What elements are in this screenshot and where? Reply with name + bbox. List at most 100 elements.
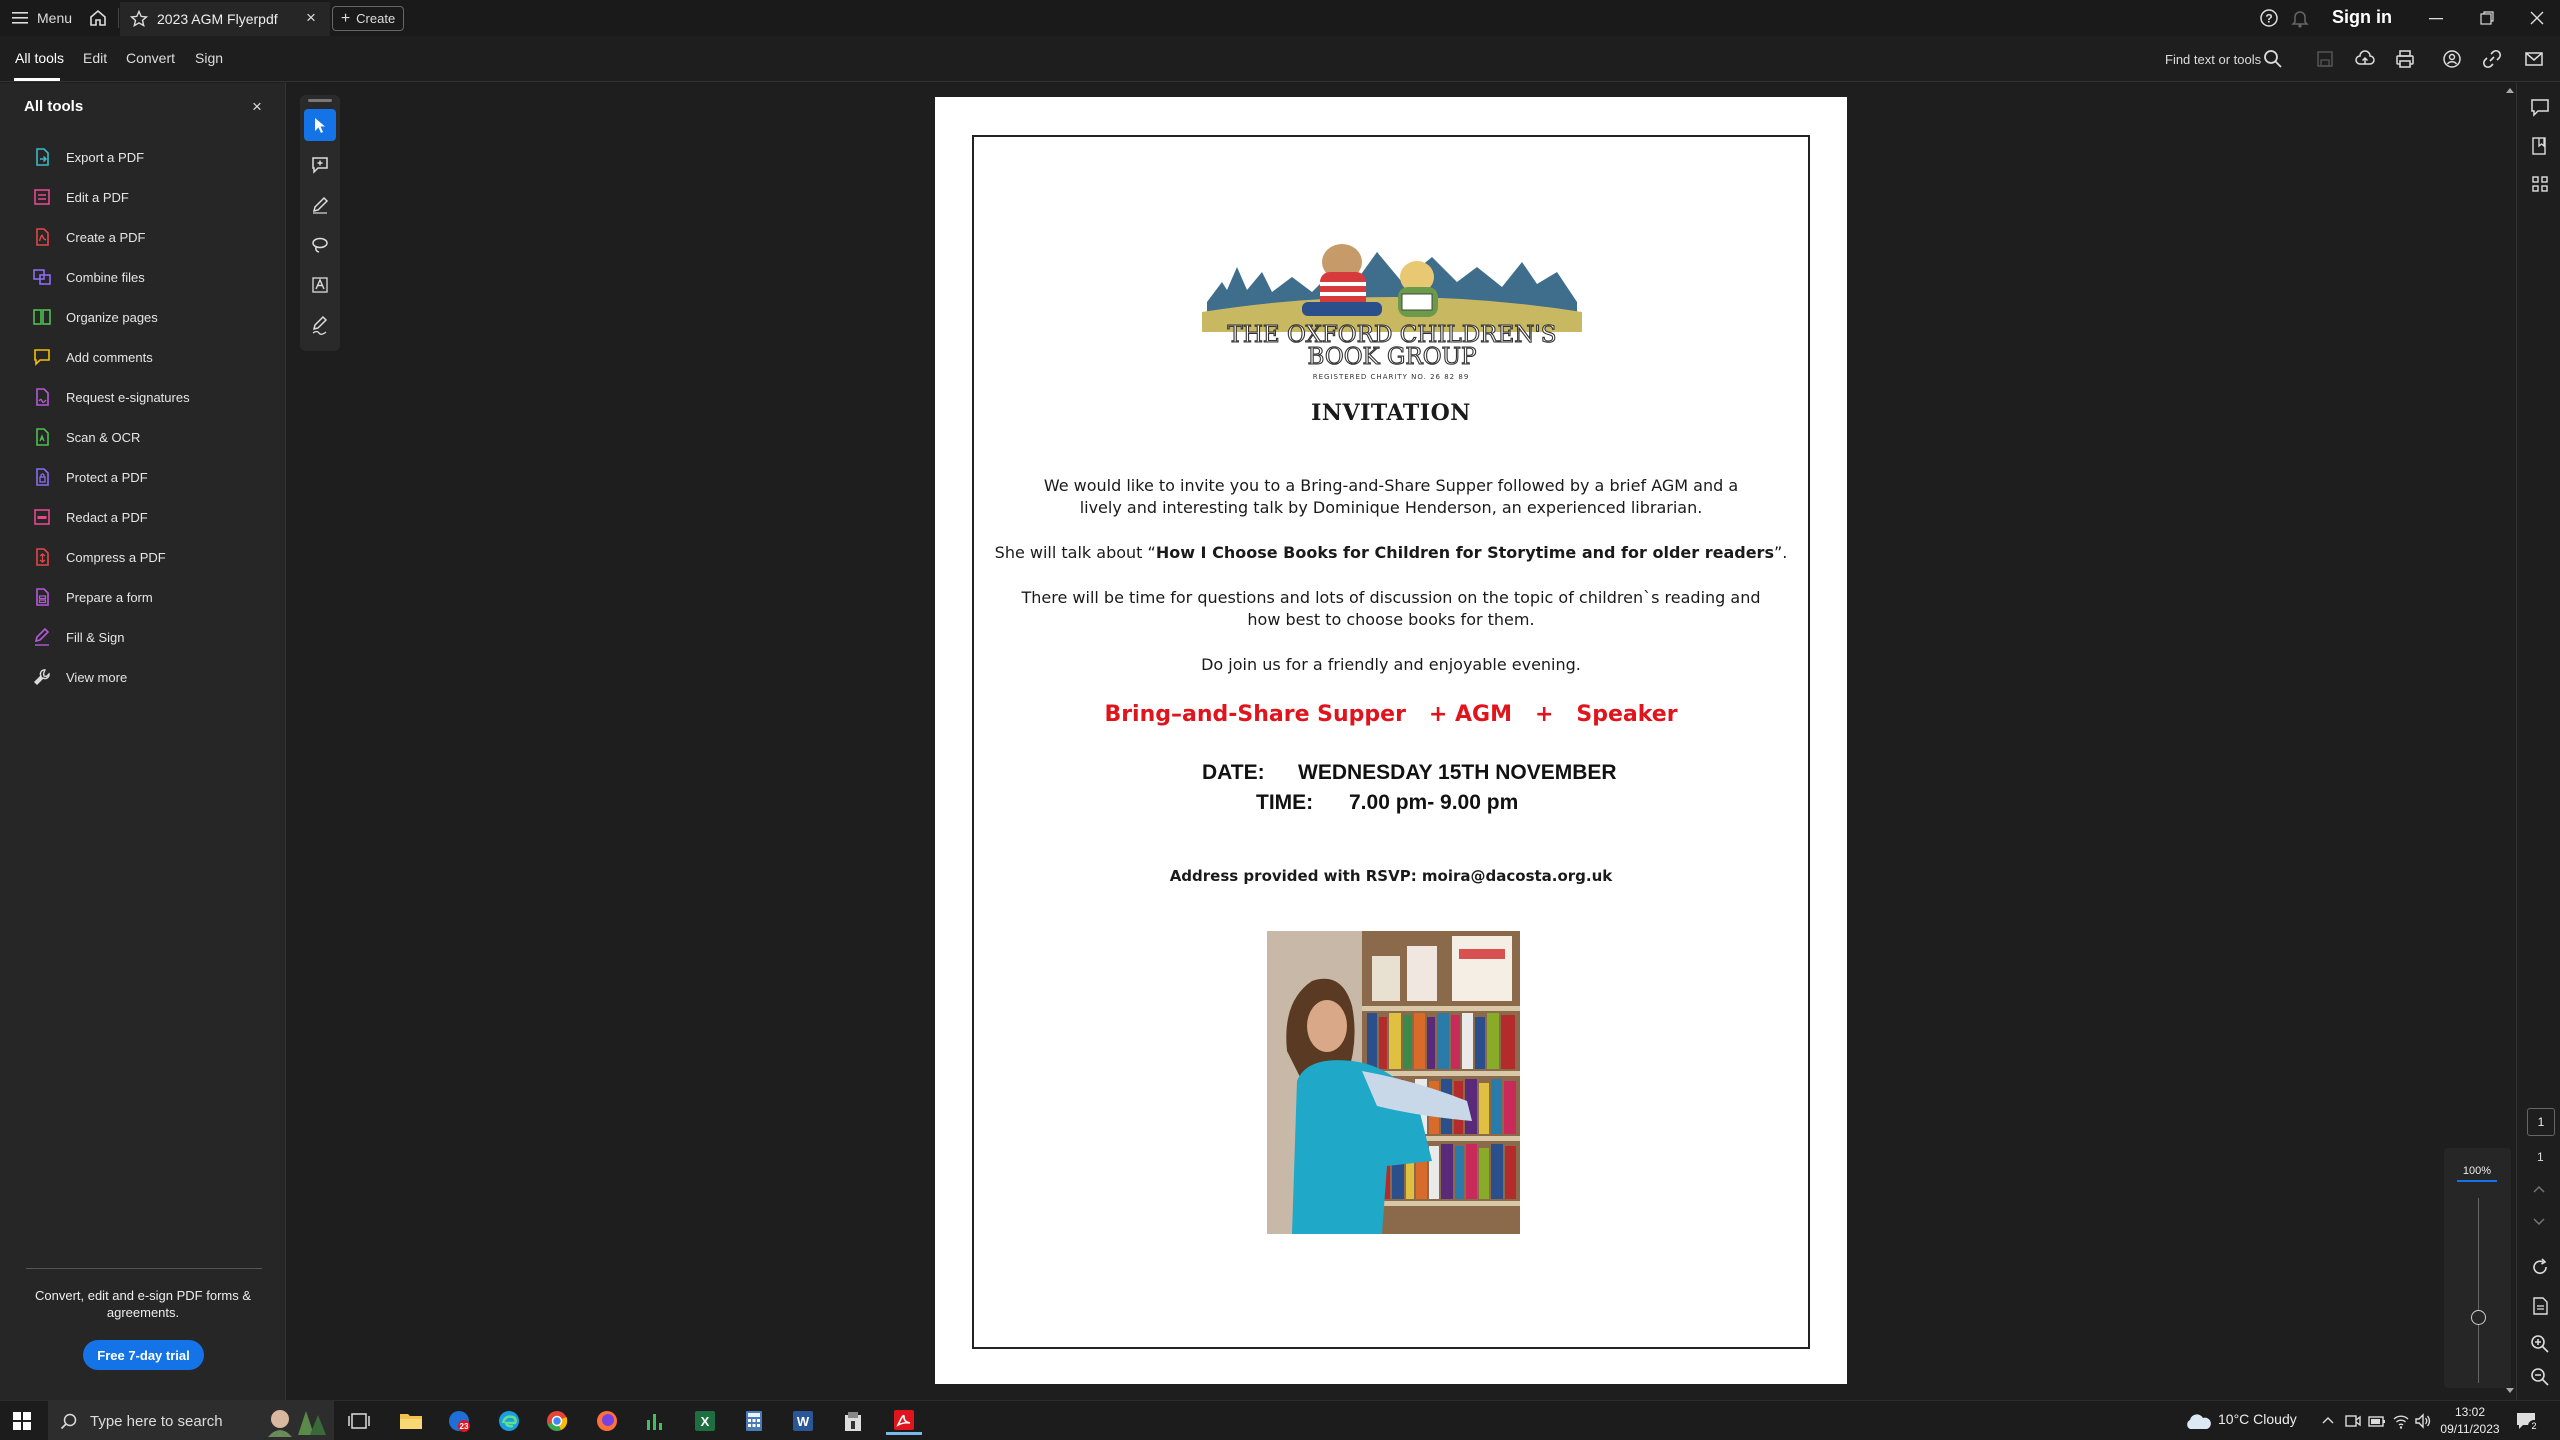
tool-item-redact-a-pdf[interactable]: Redact a PDF xyxy=(32,497,148,537)
compress-pdf-icon xyxy=(36,548,49,566)
notifications-button[interactable]: 2 xyxy=(2515,1411,2541,1433)
page-total: 1 xyxy=(2537,1150,2544,1164)
highlight-tool-button[interactable] xyxy=(304,189,336,221)
menu-all-tools[interactable]: All tools xyxy=(15,50,64,66)
menu-edit[interactable]: Edit xyxy=(83,50,107,66)
divider xyxy=(118,8,119,28)
wifi-icon[interactable] xyxy=(2392,1412,2410,1430)
text-box-icon xyxy=(312,277,328,293)
tool-item-add-comments[interactable]: Add comments xyxy=(32,337,153,377)
sign-in-button[interactable]: Sign in xyxy=(2332,7,2392,28)
taskbar-acrobat[interactable] xyxy=(886,1407,922,1435)
meet-now-icon[interactable] xyxy=(2344,1412,2362,1430)
zoom-in-icon[interactable] xyxy=(2529,1333,2551,1355)
tool-item-organize-pages[interactable]: Organize pages xyxy=(32,297,158,337)
tool-item-protect-a-pdf[interactable]: Protect a PDF xyxy=(32,457,148,497)
windows-start-icon[interactable] xyxy=(12,1411,32,1431)
select-tool-button[interactable] xyxy=(304,109,336,141)
next-page-icon[interactable] xyxy=(2533,1218,2545,1226)
tool-item-request-e-signatures[interactable]: Request e-signatures xyxy=(32,377,190,417)
panel-close-button[interactable]: × xyxy=(252,97,262,117)
link-icon[interactable] xyxy=(2481,48,2503,70)
weather-text[interactable]: 10°C Cloudy xyxy=(2218,1411,2297,1427)
scroll-down-icon[interactable] xyxy=(2506,1388,2514,1394)
close-window-button[interactable] xyxy=(2514,0,2560,36)
tool-item-prepare-a-form[interactable]: Prepare a form xyxy=(32,577,153,617)
restore-button[interactable] xyxy=(2464,0,2510,36)
current-page-input[interactable]: 1 xyxy=(2527,1108,2555,1136)
tool-item-label: Compress a PDF xyxy=(66,549,166,565)
tool-item-label: Prepare a form xyxy=(66,589,153,605)
mail-icon[interactable] xyxy=(2523,48,2545,70)
prepare-form-icon xyxy=(36,588,49,606)
tool-item-view-more[interactable]: View more xyxy=(32,657,127,697)
create-button[interactable]: + Create xyxy=(332,6,404,31)
svg-text:X: X xyxy=(701,1414,710,1429)
create-pdf-icon xyxy=(36,228,49,246)
tool-item-combine-files[interactable]: Combine files xyxy=(32,257,145,297)
taskbar-firefox[interactable] xyxy=(592,1407,622,1435)
taskbar-file-explorer[interactable] xyxy=(396,1407,426,1435)
edit-pdf-icon xyxy=(34,189,50,205)
find-text-or-tools[interactable]: Find text or tools xyxy=(2165,52,2261,67)
mail-app-icon: 23 xyxy=(449,1411,470,1432)
tool-item-edit-a-pdf[interactable]: Edit a PDF xyxy=(32,177,129,217)
volume-icon[interactable] xyxy=(2414,1412,2432,1430)
zoom-slider-handle[interactable] xyxy=(2471,1310,2486,1325)
request-esignatures-icon xyxy=(36,388,49,406)
taskbar-outlook[interactable]: 23 xyxy=(444,1407,474,1435)
talk-title: How I Choose Books for Children for Stor… xyxy=(1155,543,1774,562)
menu-button[interactable]: Menu xyxy=(12,0,72,36)
share-users-icon[interactable] xyxy=(2441,48,2463,70)
tab-close-button[interactable]: × xyxy=(302,9,320,27)
draw-tool-button[interactable] xyxy=(304,229,336,261)
pen-icon xyxy=(312,196,329,214)
taskbar-edge[interactable] xyxy=(494,1407,524,1435)
taskbar-charts-app[interactable] xyxy=(640,1407,670,1435)
bookmark-icon[interactable] xyxy=(2529,135,2551,157)
tool-item-fill-sign[interactable]: Fill & Sign xyxy=(32,617,125,657)
comment-tool-button[interactable] xyxy=(304,149,336,181)
text-tool-button[interactable] xyxy=(304,269,336,301)
document-tab[interactable]: 2023 AGM Flyerpdf xyxy=(120,2,330,36)
task-view-icon[interactable] xyxy=(348,1411,370,1431)
tool-item-create-a-pdf[interactable]: Create a PDF xyxy=(32,217,145,257)
drag-handle[interactable] xyxy=(308,99,332,102)
system-clock[interactable]: 13:02 09/11/2023 xyxy=(2434,1404,2506,1438)
star-icon[interactable] xyxy=(130,10,148,28)
thumbnails-grid-icon[interactable] xyxy=(2529,173,2551,195)
scroll-up-icon[interactable] xyxy=(2506,87,2514,93)
taskbar-calculator[interactable] xyxy=(739,1407,769,1435)
menu-convert[interactable]: Convert xyxy=(126,50,175,66)
zoom-out-icon[interactable] xyxy=(2529,1366,2551,1388)
home-icon[interactable] xyxy=(88,8,108,28)
save-icon[interactable] xyxy=(2314,48,2336,70)
search-icon[interactable] xyxy=(2262,48,2284,70)
taskbar-excel[interactable]: X xyxy=(690,1407,720,1435)
show-hidden-icons-icon[interactable] xyxy=(2322,1416,2334,1424)
taskbar-chrome[interactable] xyxy=(542,1407,572,1435)
free-trial-button[interactable]: Free 7-day trial xyxy=(83,1340,204,1370)
tool-item-compress-a-pdf[interactable]: Compress a PDF xyxy=(32,537,166,577)
page-fit-icon[interactable] xyxy=(2529,1295,2551,1317)
taskbar-documents-app[interactable] xyxy=(838,1407,868,1435)
zoom-level-input[interactable]: 100% xyxy=(2457,1162,2497,1182)
help-icon[interactable]: ? xyxy=(2259,8,2279,28)
tool-item-scan-ocr[interactable]: Scan & OCR xyxy=(32,417,140,457)
taskbar-search-box[interactable]: Type here to search xyxy=(48,1401,334,1440)
cloud-upload-icon[interactable] xyxy=(2354,48,2376,70)
menu-sign[interactable]: Sign xyxy=(195,50,223,66)
tool-item-export-a-pdf[interactable]: Export a PDF xyxy=(32,137,144,177)
comments-panel-icon[interactable] xyxy=(2529,96,2551,118)
cloudy-weather-icon[interactable] xyxy=(2183,1412,2213,1432)
rotate-icon[interactable] xyxy=(2529,1256,2551,1278)
zoom-slider-track[interactable] xyxy=(2478,1198,2479,1383)
restore-icon xyxy=(2480,11,2494,25)
sign-tool-button[interactable] xyxy=(304,309,336,341)
previous-page-icon[interactable] xyxy=(2533,1185,2545,1193)
taskbar-word[interactable]: W xyxy=(788,1407,818,1435)
minimize-button[interactable] xyxy=(2413,0,2459,36)
bell-icon[interactable] xyxy=(2291,8,2309,28)
battery-icon[interactable] xyxy=(2367,1412,2387,1430)
print-icon[interactable] xyxy=(2394,48,2416,70)
